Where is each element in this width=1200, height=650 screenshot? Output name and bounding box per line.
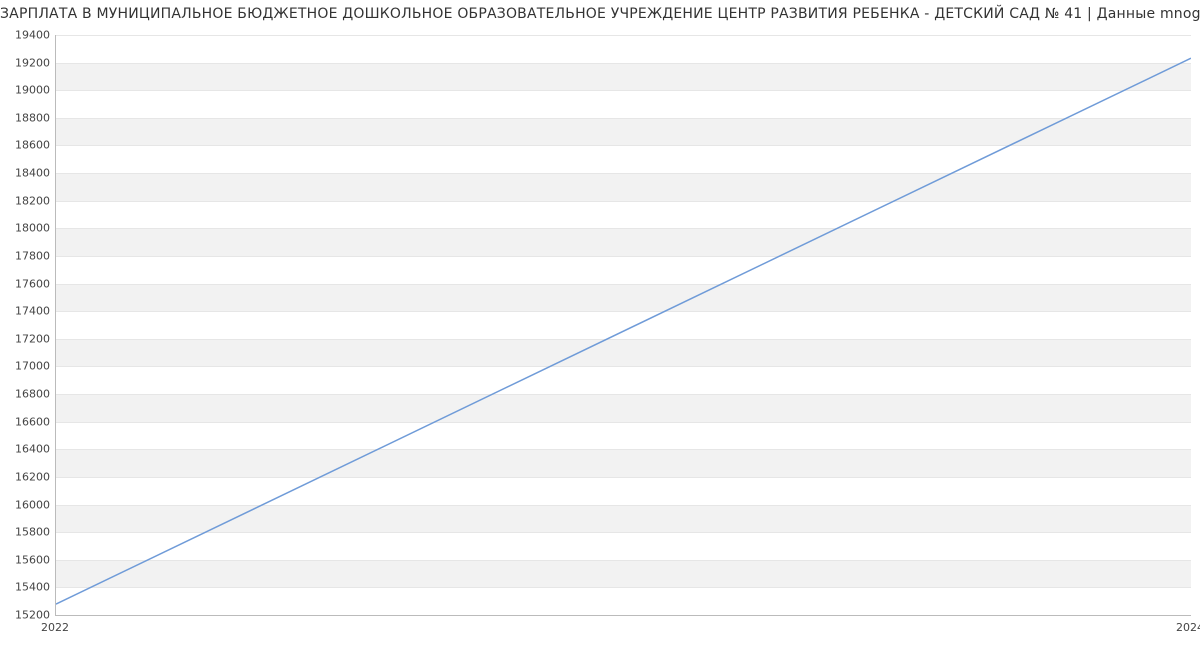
y-tick-label: 17200: [2, 332, 50, 345]
y-tick-label: 19000: [2, 84, 50, 97]
y-tick-label: 15800: [2, 526, 50, 539]
y-tick-label: 17000: [2, 360, 50, 373]
y-tick-label: 16400: [2, 443, 50, 456]
x-tick-label: 2024: [1176, 621, 1200, 634]
y-tick-label: 17400: [2, 305, 50, 318]
series-line: [56, 58, 1191, 604]
y-tick-label: 17600: [2, 277, 50, 290]
y-tick-label: 16200: [2, 470, 50, 483]
y-tick-label: 18200: [2, 194, 50, 207]
y-tick-label: 18800: [2, 111, 50, 124]
y-tick-label: 15200: [2, 609, 50, 622]
x-tick-label: 2022: [41, 621, 69, 634]
y-tick-label: 18600: [2, 139, 50, 152]
y-tick-label: 15600: [2, 553, 50, 566]
line-layer: [56, 35, 1191, 615]
y-tick-label: 16000: [2, 498, 50, 511]
y-tick-label: 16800: [2, 388, 50, 401]
y-tick-label: 19400: [2, 29, 50, 42]
y-tick-label: 18400: [2, 167, 50, 180]
chart-container: ЗАРПЛАТА В МУНИЦИПАЛЬНОЕ БЮДЖЕТНОЕ ДОШКО…: [0, 0, 1200, 650]
y-tick-label: 15400: [2, 581, 50, 594]
plot-area: [55, 35, 1191, 616]
y-tick-label: 18000: [2, 222, 50, 235]
y-tick-label: 16600: [2, 415, 50, 428]
chart-title: ЗАРПЛАТА В МУНИЦИПАЛЬНОЕ БЮДЖЕТНОЕ ДОШКО…: [0, 6, 1200, 22]
y-tick-label: 19200: [2, 56, 50, 69]
y-tick-label: 17800: [2, 249, 50, 262]
